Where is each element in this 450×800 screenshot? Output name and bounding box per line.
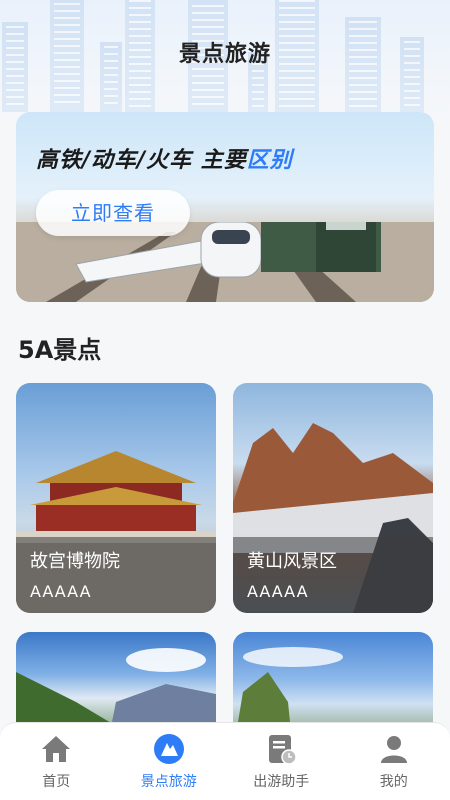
- attraction-rating: AAAAA: [247, 582, 309, 601]
- document-clock-icon: [269, 735, 297, 765]
- bottom-tab-bar: 首页 景点旅游 出游助手 我的: [0, 722, 450, 800]
- tab-home[interactable]: 首页: [0, 723, 113, 800]
- tab-travel-assistant[interactable]: 出游助手: [225, 723, 338, 800]
- tab-label: 我的: [379, 774, 408, 790]
- attraction-card-gugong[interactable]: 故宫博物院 AAAAA: [16, 383, 216, 613]
- banner-headline-main: 高铁/动车/火车 主要: [36, 148, 247, 173]
- tab-label: 首页: [42, 774, 71, 790]
- banner-headline: 高铁/动车/火车 主要区别: [36, 142, 293, 174]
- tab-mine[interactable]: 我的: [338, 723, 450, 800]
- page-title: 景点旅游: [178, 42, 271, 67]
- section-title-5a: 5A景点: [18, 336, 102, 364]
- attraction-name: 故宫博物院: [30, 551, 120, 572]
- attraction-rating: AAAAA: [30, 582, 92, 601]
- tab-attractions[interactable]: 景点旅游: [113, 723, 226, 800]
- tab-label: 景点旅游: [140, 774, 197, 790]
- tab-label: 出游助手: [253, 774, 310, 790]
- home-icon: [42, 736, 71, 762]
- train-comparison-banner[interactable]: 高铁/动车/火车 主要区别 立即查看: [16, 112, 434, 302]
- banner-headline-highlight: 区别: [246, 148, 293, 173]
- attraction-name: 黄山风景区: [247, 551, 337, 572]
- mountain-icon: [153, 734, 184, 764]
- user-icon: [380, 736, 407, 763]
- attraction-card-huangshan[interactable]: 黄山风景区 AAAAA: [233, 383, 433, 613]
- view-now-button[interactable]: 立即查看: [36, 190, 190, 236]
